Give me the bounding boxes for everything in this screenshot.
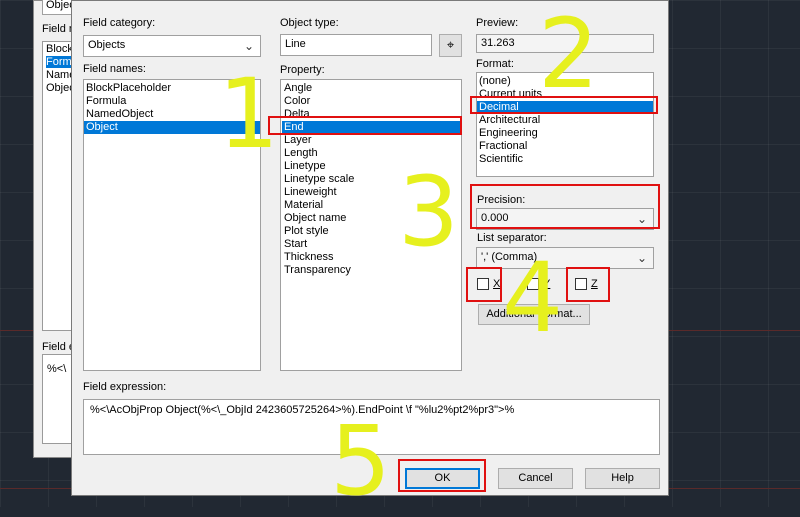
property-item[interactable]: Color xyxy=(282,95,461,108)
highlight-property-end xyxy=(268,116,462,135)
step-number-1: 1 xyxy=(218,58,280,170)
field-expression-label: Field expression: xyxy=(83,381,167,393)
field-category-dropdown[interactable]: Objects ⌄ xyxy=(83,35,261,57)
crosshair-icon: ⌖ xyxy=(446,37,455,52)
object-type-field[interactable]: Line xyxy=(280,34,432,56)
highlight-precision xyxy=(470,184,660,229)
step-number-4: 4 xyxy=(502,242,564,354)
chevron-down-icon: ⌄ xyxy=(243,39,254,53)
step-number-3: 3 xyxy=(398,156,460,268)
format-item[interactable]: Engineering xyxy=(477,127,653,140)
help-button[interactable]: Help xyxy=(585,468,660,489)
highlight-checkbox-z xyxy=(566,267,610,302)
step-number-2: 2 xyxy=(538,0,600,110)
field-names-label: Field names: xyxy=(83,63,146,75)
property-label: Property: xyxy=(280,64,325,76)
format-item[interactable]: Architectural xyxy=(477,114,653,127)
property-item[interactable]: Angle xyxy=(282,82,461,95)
select-object-button[interactable]: ⌖ xyxy=(439,34,462,57)
highlight-checkbox-x xyxy=(466,267,502,302)
object-type-label: Object type: xyxy=(280,17,339,29)
cancel-button[interactable]: Cancel xyxy=(498,468,573,489)
field-category-label: Field category: xyxy=(83,17,156,29)
step-number-5: 5 xyxy=(330,405,392,517)
format-item[interactable]: Scientific xyxy=(477,153,653,166)
background-list-item: Block xyxy=(46,43,73,55)
chevron-down-icon: ⌄ xyxy=(636,251,647,265)
format-label: Format: xyxy=(476,58,514,70)
format-item[interactable]: Fractional xyxy=(477,140,653,153)
highlight-ok-button xyxy=(398,459,486,492)
preview-label: Preview: xyxy=(476,17,519,29)
background-expr-text: %<\ xyxy=(47,363,67,375)
field-category-value: Objects xyxy=(88,39,126,51)
property-item[interactable]: Layer xyxy=(282,134,461,147)
